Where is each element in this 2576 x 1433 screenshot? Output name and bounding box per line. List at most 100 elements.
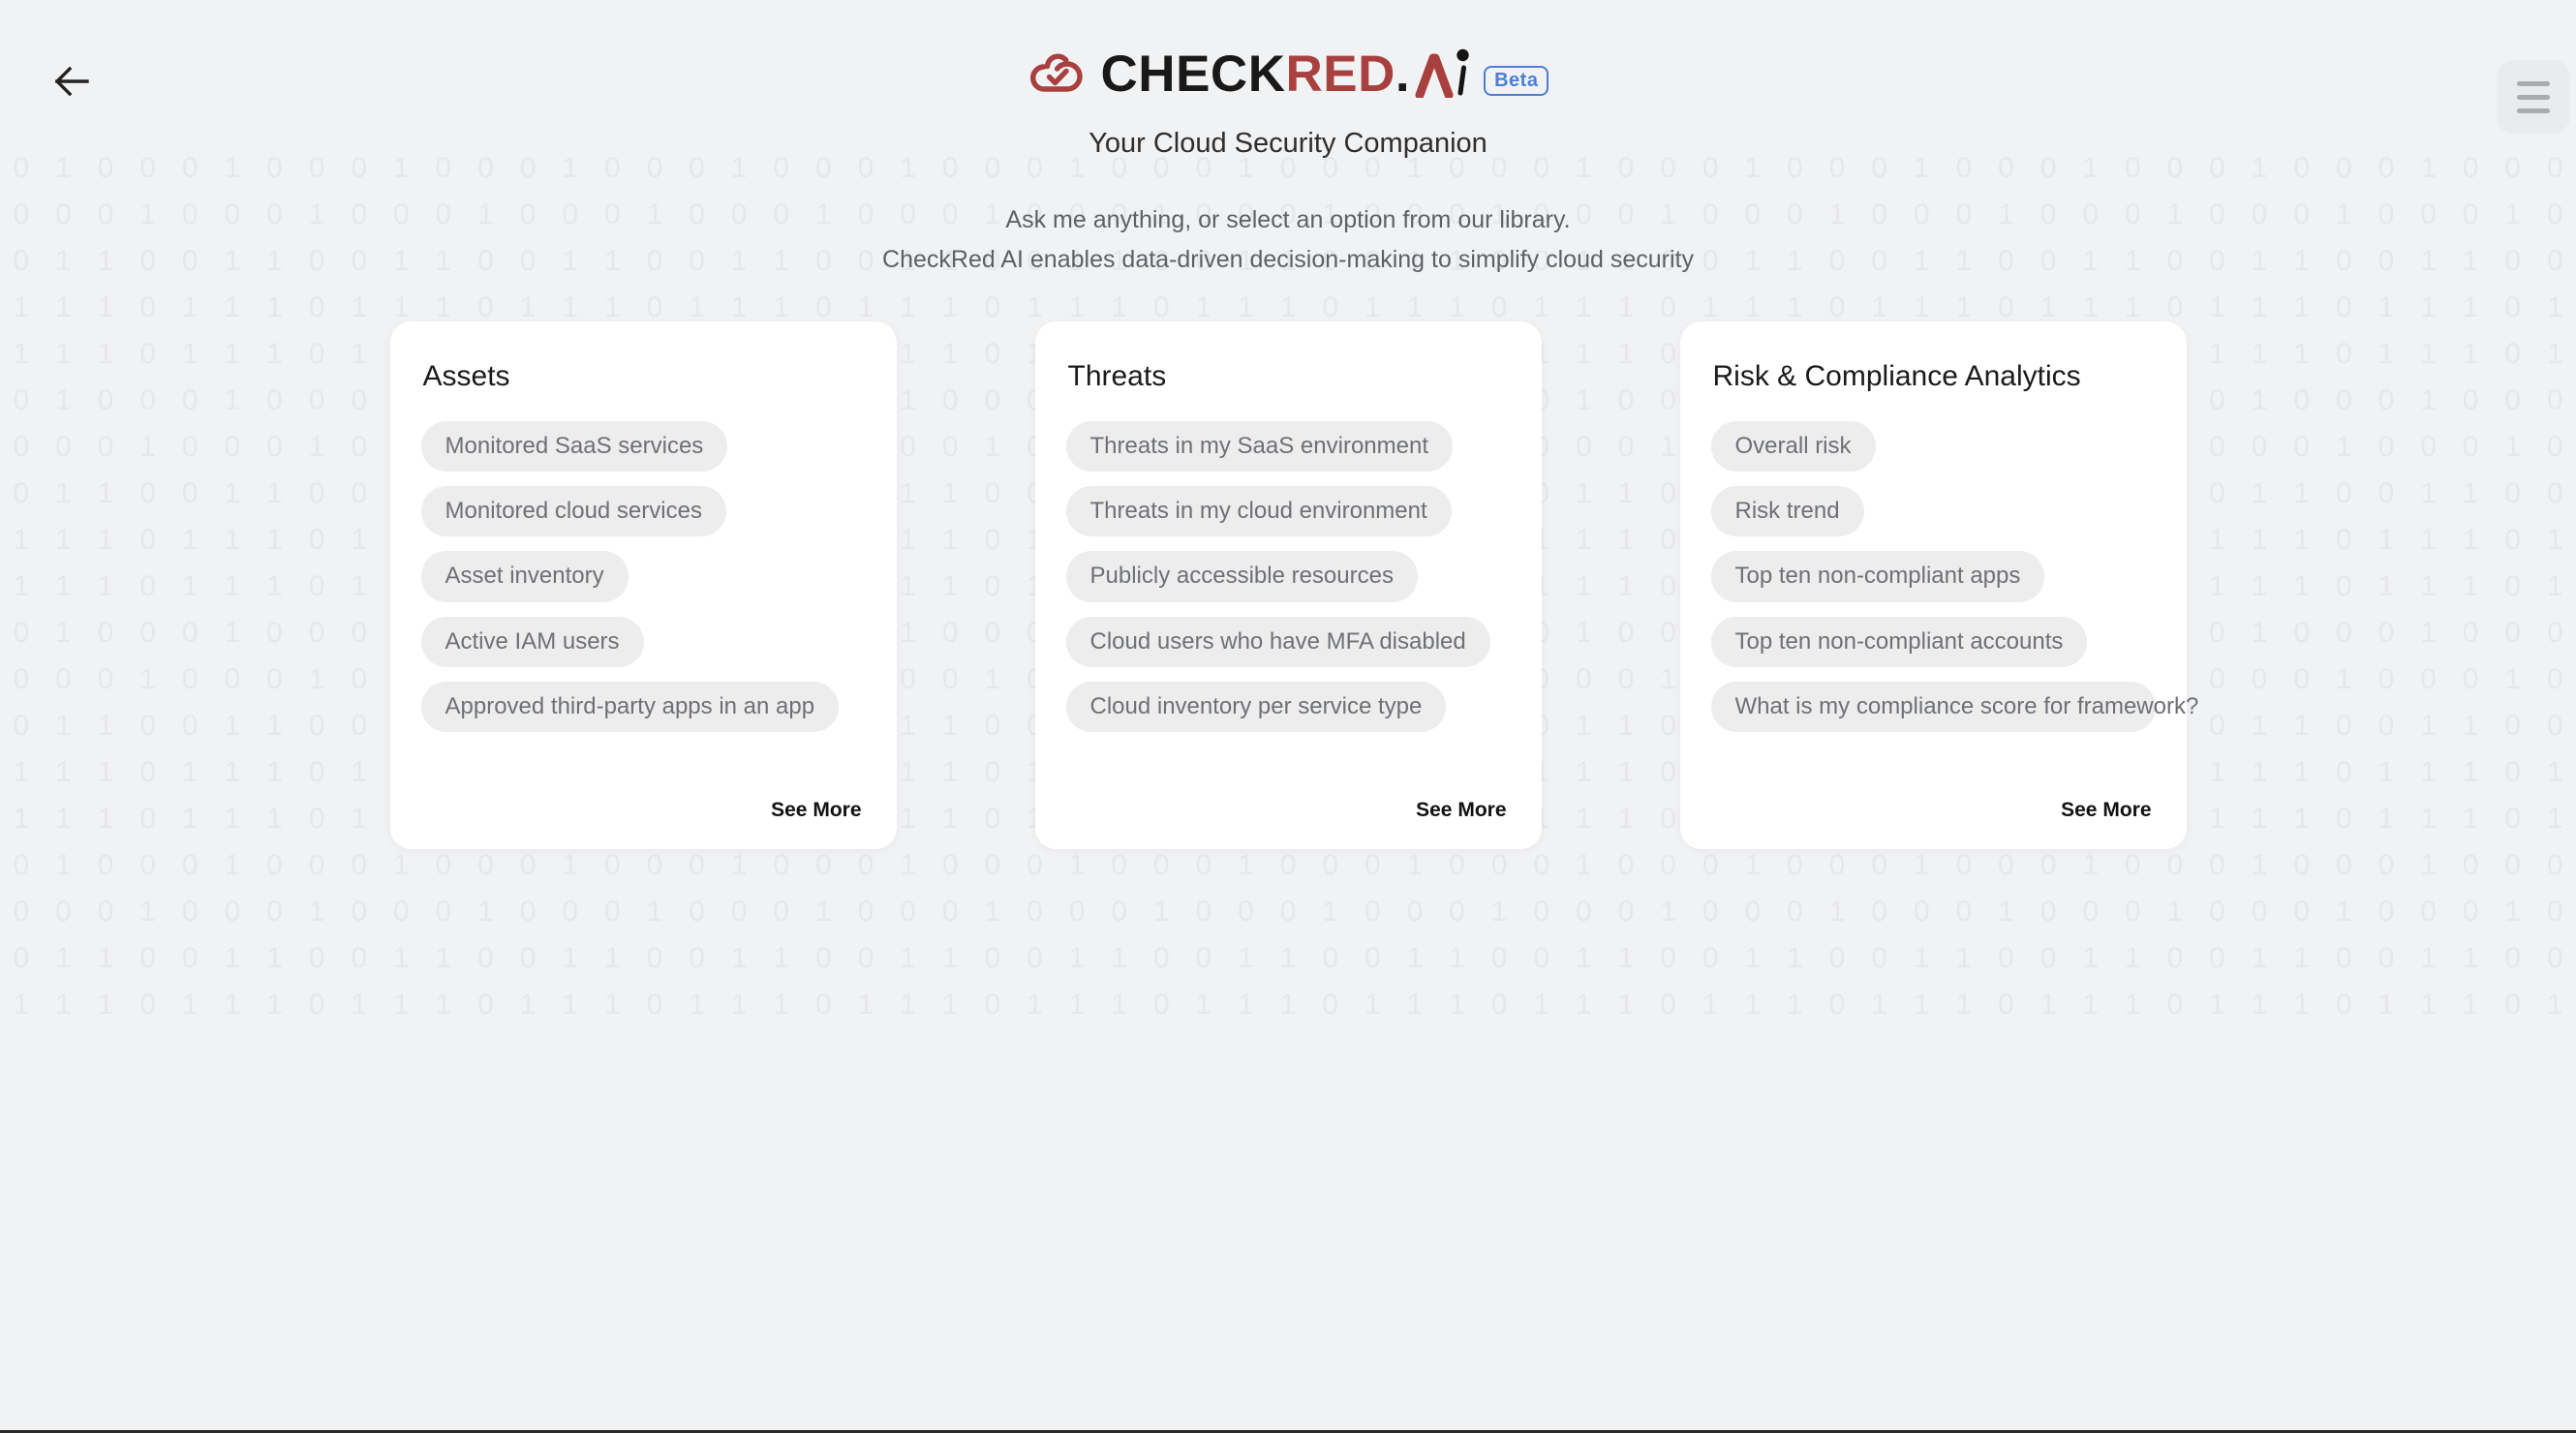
- binary-digit: 1: [55, 849, 72, 881]
- card-option-pill[interactable]: Threats in my cloud environment: [1065, 486, 1452, 537]
- binary-digit: 0: [392, 896, 410, 928]
- binary-digit: 0: [984, 849, 1001, 881]
- binary-digit: 1: [1490, 896, 1508, 928]
- card-option-pill[interactable]: Risk trend: [1710, 486, 1864, 537]
- composer-area: List all SaaS users who haven"t enabled …: [0, 1004, 2576, 1430]
- binary-digit: 0: [1449, 896, 1465, 928]
- binary-digit: 0: [181, 896, 199, 928]
- binary-digit: 0: [351, 849, 368, 881]
- binary-digit: 0: [562, 896, 579, 928]
- binary-digit: 1: [1828, 896, 1846, 928]
- binary-digit: 0: [1576, 896, 1592, 928]
- binary-digit: 1: [2082, 942, 2099, 974]
- binary-digit: 1: [1238, 942, 1254, 974]
- binary-digit: 0: [2293, 849, 2311, 881]
- binary-row: 0110011001100110011001100110011001100110…: [0, 935, 2576, 982]
- see-more-link[interactable]: See More: [1416, 799, 1506, 822]
- binary-digit: 0: [435, 849, 452, 881]
- binary-digit: 0: [1617, 896, 1635, 928]
- binary-digit: 0: [1998, 849, 2014, 881]
- binary-digit: 1: [730, 942, 748, 974]
- binary-digit: 0: [2209, 896, 2225, 928]
- binary-digit: 0: [1068, 896, 1086, 928]
- card-option-pill[interactable]: Active IAM users: [420, 616, 644, 667]
- binary-digit: 0: [1111, 896, 1127, 928]
- binary-digit: 0: [1702, 849, 1719, 881]
- binary-digit: 0: [1871, 942, 1887, 974]
- binary-digit: 1: [730, 849, 748, 881]
- card-option-pill[interactable]: Monitored SaaS services: [420, 421, 728, 473]
- binary-digit: 0: [1027, 896, 1043, 928]
- binary-digit: 0: [2504, 849, 2522, 881]
- card-option-pill[interactable]: Threats in my SaaS environment: [1065, 421, 1453, 473]
- binary-digit: 0: [773, 849, 790, 881]
- binary-digit: 0: [351, 896, 368, 928]
- card-option-pill[interactable]: Approved third-party apps in an app: [420, 681, 840, 732]
- binary-digit: 1: [392, 942, 410, 974]
- binary-digit: 0: [1322, 849, 1339, 881]
- binary-digit: 1: [1787, 942, 1803, 974]
- binary-digit: 1: [1998, 896, 2014, 928]
- binary-digit: 1: [97, 942, 114, 974]
- binary-digit: 1: [646, 896, 663, 928]
- card-option-pill[interactable]: Overall risk: [1710, 421, 1876, 473]
- binary-digit: 1: [1152, 896, 1170, 928]
- binary-digit: 1: [2124, 942, 2141, 974]
- binary-digit: 0: [730, 896, 748, 928]
- menu-bar: [2517, 107, 2550, 113]
- binary-digit: 0: [646, 942, 663, 974]
- binary-digit: 0: [1490, 849, 1508, 881]
- binary-digit: 0: [1702, 896, 1719, 928]
- binary-digit: 0: [1744, 896, 1762, 928]
- page-tagline: Your Cloud Security Companion: [1089, 128, 1487, 159]
- option-card: Assets Monitored SaaS services Monitored c…: [389, 321, 897, 849]
- binary-digit: 0: [2335, 849, 2352, 881]
- hamburger-menu-icon[interactable]: [2497, 60, 2570, 134]
- binary-digit: 0: [55, 896, 72, 928]
- binary-digit: 1: [1576, 942, 1592, 974]
- binary-digit: 0: [1364, 849, 1381, 881]
- brand-check-text: CHECK: [1100, 45, 1286, 103]
- binary-digit: 1: [1955, 942, 1973, 974]
- binary-digit: 0: [1533, 849, 1550, 881]
- binary-digit: 0: [1787, 849, 1803, 881]
- binary-digit: 0: [2377, 849, 2395, 881]
- card-option-pill[interactable]: Publicly accessible resources: [1065, 551, 1418, 602]
- binary-digit: 1: [1449, 942, 1465, 974]
- card-option-pill[interactable]: What is my compliance score for framewor…: [1710, 681, 2198, 732]
- binary-digit: 0: [181, 849, 199, 881]
- binary-digit: 0: [2166, 942, 2184, 974]
- binary-digit: 0: [13, 896, 30, 928]
- binary-digit: 0: [603, 896, 621, 928]
- card-option-pill[interactable]: Monitored cloud services: [420, 486, 726, 537]
- binary-row: 0100010001000100010001000100010001000100…: [0, 842, 2576, 889]
- binary-digit: 0: [1787, 896, 1803, 928]
- menu-bar: [2517, 80, 2550, 86]
- binary-digit: 1: [900, 942, 916, 974]
- back-arrow-icon[interactable]: [46, 56, 97, 107]
- card-option-pill[interactable]: Cloud inventory per service type: [1065, 681, 1447, 732]
- card-option-pill[interactable]: Top ten non-compliant apps: [1710, 551, 2045, 602]
- binary-digit: 1: [1322, 896, 1339, 928]
- binary-digit: 0: [97, 896, 114, 928]
- binary-digit: 1: [2166, 896, 2184, 928]
- card-option-pill[interactable]: Top ten non-compliant accounts: [1710, 616, 2088, 667]
- binary-digit: 0: [181, 942, 199, 974]
- binary-digit: 1: [1913, 942, 1930, 974]
- see-more-link[interactable]: See More: [771, 799, 861, 822]
- see-more-link[interactable]: See More: [2061, 799, 2151, 822]
- binary-digit: 0: [1955, 849, 1973, 881]
- binary-digit: 1: [1406, 942, 1424, 974]
- intro-line-2: CheckRed AI enables data-driven decision…: [882, 245, 1694, 273]
- binary-digit: 0: [1533, 942, 1550, 974]
- intro-text: Ask me anything, or select an option fro…: [0, 200, 2576, 279]
- binary-digit: 1: [984, 896, 1001, 928]
- card-option-pill[interactable]: Cloud users who have MFA disabled: [1065, 616, 1490, 667]
- binary-digit: 1: [562, 942, 579, 974]
- binary-digit: 1: [1238, 849, 1254, 881]
- binary-digit: 0: [2251, 896, 2268, 928]
- card-option-pill[interactable]: Asset inventory: [420, 551, 629, 602]
- app-window: 0100010001000100010001000100010001000100…: [0, 0, 2576, 1433]
- binary-digit: 0: [900, 896, 916, 928]
- binary-digit: 1: [2335, 896, 2352, 928]
